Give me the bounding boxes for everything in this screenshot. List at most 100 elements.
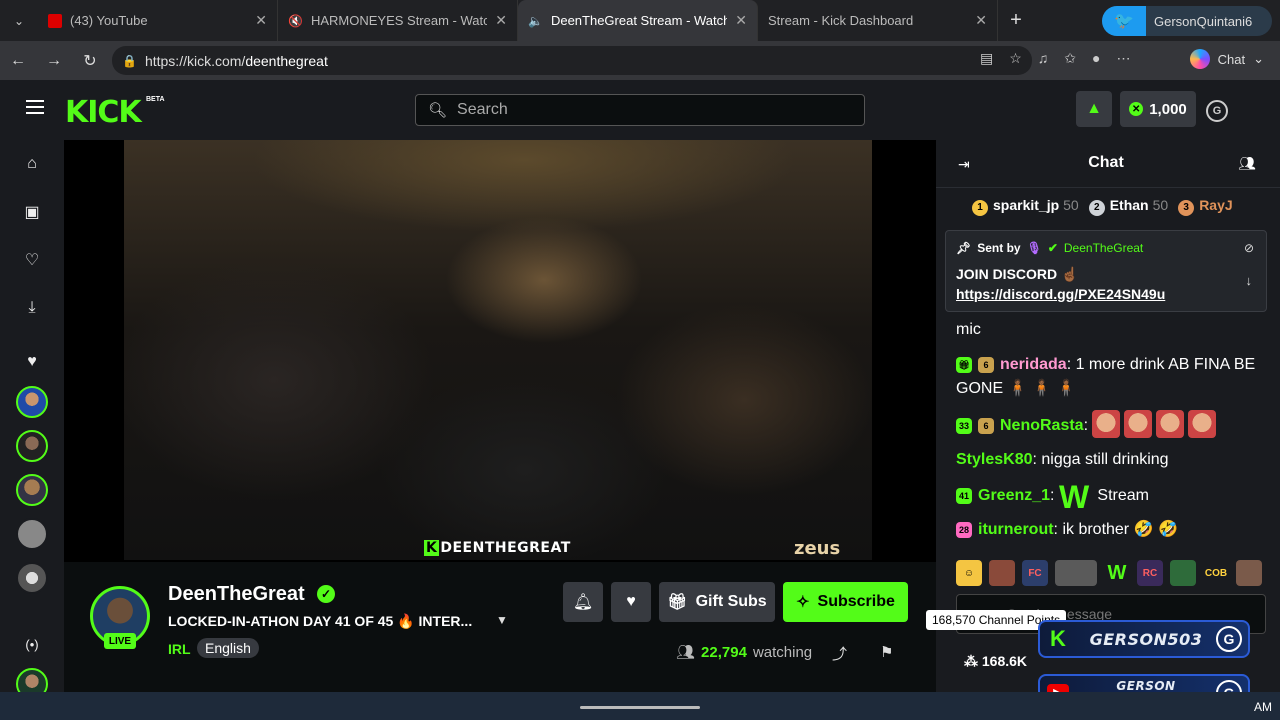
copilot-icon [1189,49,1210,69]
points-value: 1,000 [1149,100,1187,118]
arrow-down-icon[interactable]: ↓ [1246,273,1253,288]
chat-username[interactable]: Greenz_1 [978,487,1050,504]
kick-logo[interactable]: KICK [65,95,142,130]
extensions-icon[interactable]: ♫ [1038,50,1049,67]
back-icon[interactable]: ← [0,52,36,70]
browse-icon[interactable]: ▣ [22,202,42,222]
emote-icon[interactable] [1170,560,1196,586]
copilot-chat-label: Chat [1217,51,1246,67]
channel-name[interactable]: DeenTheGreat [168,583,305,606]
gift-subs-button[interactable]: 🎁︎ Gift Subs [659,582,775,622]
reload-icon[interactable]: ↻ [72,51,108,71]
verified-icon: ✔ [1047,241,1058,255]
emote-icon[interactable]: COB [1203,560,1229,586]
emote-icon[interactable] [1236,560,1262,586]
leaderboard-entry[interactable]: 3 RayJ [1178,197,1233,216]
tab-harmoneyes[interactable]: 🔇 HARMONEYES Stream - Watch ✕ [278,0,518,94]
chat-username[interactable]: NenoRasta [1000,417,1084,434]
tab-title: DeenTheGreat Stream - Watch [550,13,728,28]
profile-icon[interactable]: ● [1092,50,1100,67]
favorite-star-icon[interactable]: ☆ [1009,50,1022,67]
category-link[interactable]: IRL [168,641,191,657]
stream-video[interactable]: K DEENTHEGREAT zeus [124,140,872,560]
hide-eye-icon[interactable]: ⊘ [1244,241,1254,255]
emote-icon[interactable]: W [1104,560,1130,586]
follow-button[interactable]: ♥ [611,582,651,622]
discord-link[interactable]: https://discord.gg/PXE24SN49u [956,286,1165,302]
followed-channel-avatar[interactable] [16,562,48,594]
favorites-icon[interactable]: ✩ [1064,50,1076,67]
url-input[interactable]: 🔒 https://kick.com/deenthegreat [112,46,1032,75]
notification-button[interactable]: 🔔︎ [563,582,603,622]
tab-search-icon[interactable]: ⌄ [0,0,38,41]
followed-channel-avatar[interactable] [16,430,48,462]
new-tab-button[interactable]: + [998,9,1034,32]
pinned-author[interactable]: DeenTheGreat [1064,241,1143,255]
leaderboard-entry[interactable]: 1 sparkit_jp 50 [972,197,1079,216]
subscribe-button[interactable]: ✧ Subscribe [783,582,908,622]
report-icon[interactable]: ⚑ [880,643,893,661]
close-icon[interactable]: ✕ [975,12,987,29]
download-icon[interactable]: ⤓ [22,298,42,318]
channel-points[interactable]: ⁂ 168.6K [964,653,1027,670]
chat-users-icon[interactable]: 👥︎ [1238,155,1256,172]
emote-icon[interactable]: RC [1137,560,1163,586]
chevron-down-icon[interactable]: ▼ [496,613,508,627]
chat-message: 28 iturnerout: ik brother 🤣 🤣 [956,518,1256,542]
url-host: https://kick.com/ [144,52,246,69]
menu-icon[interactable] [26,100,44,114]
points-button[interactable]: ✕ 1,000 [1120,91,1196,127]
search-input[interactable]: 🔍︎ Search [415,94,865,126]
copilot-chat-button[interactable]: Chat ⌄ [1189,49,1264,69]
pinned-message[interactable]: 📌︎ Sent by 🎙︎ ✔ DeenTheGreat ⊘ JOIN DISC… [945,230,1267,312]
lock-icon[interactable]: 🔒 [122,54,137,68]
url-path: deenthegreat [245,52,328,69]
video-watermark: K DEENTHEGREAT [424,540,571,556]
speaker-icon[interactable]: 🔈 [528,14,543,28]
rewards-button[interactable]: ▲ [1076,91,1112,127]
followed-channel-avatar[interactable] [16,518,48,550]
leaderboard-entry[interactable]: 2 Ethan 50 [1088,197,1168,216]
home-icon[interactable]: ⌂ [22,154,42,174]
points-icon: ⁂ [964,653,978,669]
viewers-icon: 👥︎ [676,644,696,661]
following-icon[interactable]: ♡ [22,250,42,270]
twitter-profile-pill[interactable]: 🐦 GersonQuintani6 [1102,6,1272,36]
followed-channel-avatar[interactable] [16,386,48,418]
chat-username[interactable]: neridada [1000,356,1067,373]
emote-icon[interactable]: FC [1022,560,1048,586]
close-icon[interactable]: ✕ [735,12,747,29]
tab-youtube[interactable]: (43) YouTube ✕ [38,0,278,41]
chat-username[interactable]: iturnerout [978,521,1054,538]
kick-handle-overlay: K GERSON503 G [1038,620,1250,658]
muted-speaker-icon[interactable]: 🔇 [288,14,303,28]
more-menu-icon[interactable]: ⋯ [1117,50,1131,67]
language-tag[interactable]: English [197,638,259,658]
close-icon[interactable]: ✕ [255,12,267,29]
close-icon[interactable]: ✕ [495,12,507,29]
emote-icon[interactable]: ☺ [956,560,982,586]
video-player[interactable]: K DEENTHEGREAT zeus [64,140,936,562]
mic-icon: 🎙︎ [1026,241,1042,255]
emote-icon [1156,410,1185,438]
tab-deenthegreat[interactable]: 🔈 DeenTheGreat Stream - Watch ✕ [518,0,758,94]
emote-icon[interactable] [1055,560,1097,586]
live-broadcast-icon[interactable]: (•) [22,634,42,654]
sparkle-icon: ✧ [796,594,810,611]
reader-mode-icon[interactable]: ▤ [980,50,993,67]
favorites-heart-icon[interactable]: ♥ [22,352,42,372]
emote-icon[interactable] [989,560,1015,586]
subscriber-badge-icon: 41 [956,488,972,504]
stream-title: LOCKED-IN-ATHON DAY 41 OF 45 🔥 INTER... [168,613,473,629]
taskbar-handle[interactable] [580,706,700,709]
rank-badge: 3 [1178,199,1195,216]
followed-channel-avatar[interactable] [16,474,48,506]
chat-username[interactable]: StylesK80 [956,451,1033,468]
emote-icon [1124,410,1153,438]
youtube-icon [48,13,62,28]
tab-kick-dashboard[interactable]: Stream - Kick Dashboard ✕ [758,0,998,94]
user-avatar[interactable]: G [1206,100,1228,122]
forward-icon[interactable]: → [36,52,72,70]
share-icon[interactable]: ⤴ [832,643,847,664]
beta-label: BETA [146,96,165,103]
